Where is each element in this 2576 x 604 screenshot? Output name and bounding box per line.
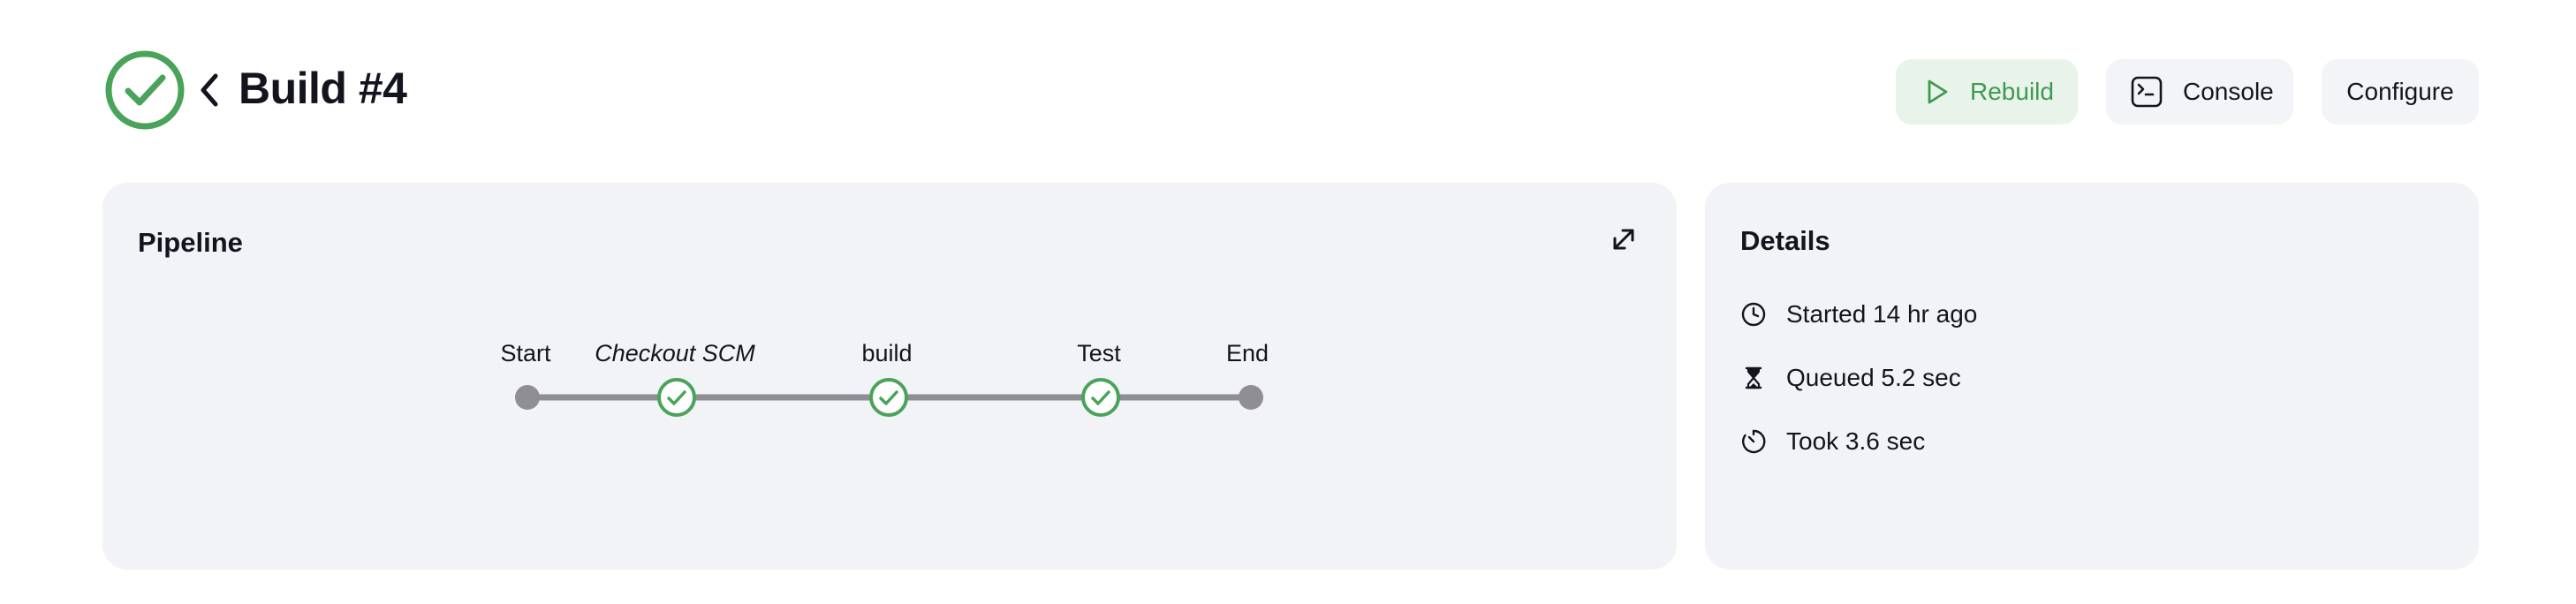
stage-label-build[interactable]: build xyxy=(861,338,912,368)
detail-took: Took 3.6 sec xyxy=(1740,424,1925,459)
clock-icon xyxy=(1741,302,1766,327)
configure-button-label: Configure xyxy=(2346,78,2454,105)
detail-started: Started 14 hr ago xyxy=(1740,297,1977,332)
detail-started-text: Started 14 hr ago xyxy=(1786,300,1978,328)
detail-queued: Queued 5.2 sec xyxy=(1740,360,1961,396)
detail-queued-text: Queued 5.2 sec xyxy=(1786,364,1961,391)
console-button-label: Console xyxy=(2183,78,2274,105)
stage-label-checkout-scm[interactable]: Checkout SCM xyxy=(595,338,755,368)
timer-icon xyxy=(1742,429,1766,454)
hourglass-icon xyxy=(1745,366,1762,389)
rebuild-button-label: Rebuild xyxy=(1970,78,2054,105)
console-button[interactable]: Console xyxy=(2106,59,2293,125)
stage-label-test[interactable]: Test xyxy=(1077,338,1121,368)
configure-button[interactable]: Configure xyxy=(2322,59,2479,125)
stage-node-build[interactable] xyxy=(869,378,908,417)
details-card: Details Started 14 hr ago Queued 5.2 sec… xyxy=(1705,183,2479,570)
build-success-icon xyxy=(105,50,185,130)
stage-label-start: Start xyxy=(500,340,551,366)
play-icon xyxy=(1928,79,1948,104)
details-title: Details xyxy=(1740,225,1830,256)
terminal-icon xyxy=(2131,76,2163,108)
stage-node-checkout-scm[interactable] xyxy=(657,378,696,417)
pipeline-graph xyxy=(515,378,1263,417)
rebuild-button[interactable]: Rebuild xyxy=(1896,59,2078,125)
pipeline-card: Pipeline Start Checkout SCM build Test E… xyxy=(102,183,1677,570)
pipeline-start-node xyxy=(515,385,540,410)
chevron-left-icon[interactable] xyxy=(196,71,223,109)
detail-took-text: Took 3.6 sec xyxy=(1786,427,1926,455)
pipeline-end-node xyxy=(1239,385,1263,410)
stage-node-test[interactable] xyxy=(1081,378,1120,417)
stage-label-end: End xyxy=(1225,340,1269,366)
page-title: Build #4 xyxy=(239,64,407,113)
